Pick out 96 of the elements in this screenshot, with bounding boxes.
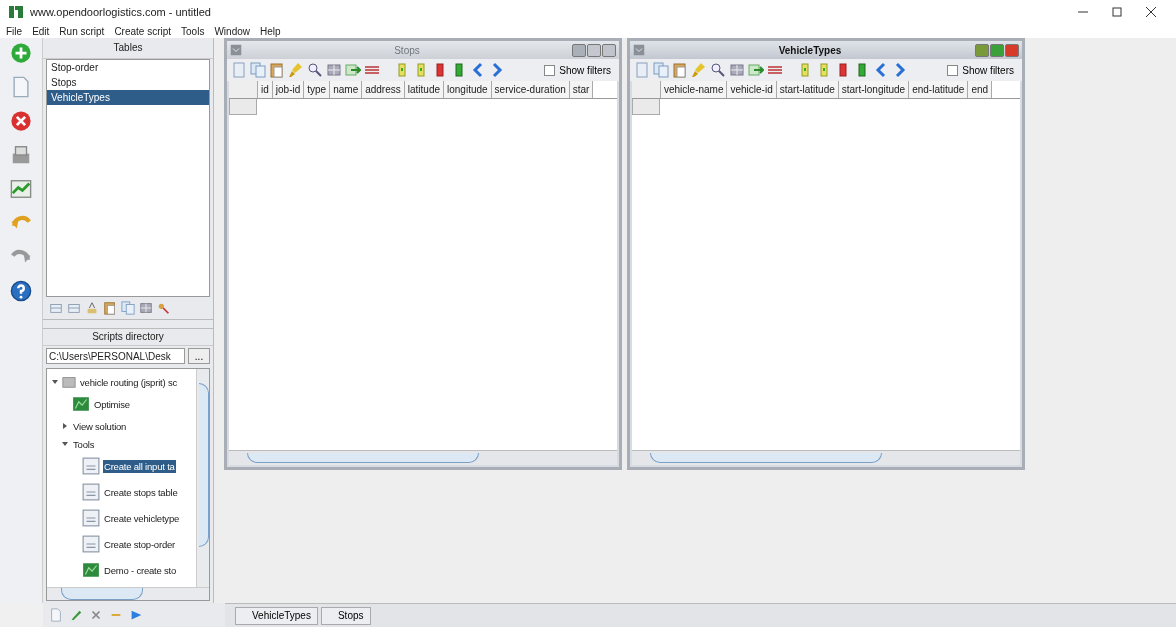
tool-icon[interactable] [82,457,100,475]
copy-icon[interactable] [250,62,266,78]
column-header[interactable]: name [330,81,363,98]
browse-button[interactable]: ... [188,348,210,364]
delete-icon[interactable] [10,110,32,132]
grid-icon[interactable] [326,62,342,78]
column-header[interactable]: service-duration [491,81,570,98]
tree-item[interactable]: Tools [72,437,96,451]
minimize-button[interactable] [572,43,586,57]
column-header[interactable]: star [569,81,594,98]
window-title: VehicleTypes [777,44,843,56]
arrow-icon[interactable] [748,62,764,78]
expand-icon[interactable] [61,422,69,430]
tool-icon[interactable] [82,483,100,501]
add-icon[interactable] [10,42,32,64]
chart-icon[interactable] [10,178,32,200]
script-icon[interactable] [82,561,100,579]
column-header[interactable]: start-latitude [776,81,839,98]
clipboard-icon[interactable] [103,301,117,315]
grid-icon[interactable] [139,301,153,315]
show-filters-checkbox[interactable]: Show filters [544,64,611,76]
menu-item[interactable]: Window [214,25,250,37]
column-header[interactable]: type [304,81,331,98]
menu-icon[interactable] [230,44,242,56]
row-header [632,99,660,115]
window-title: www.opendoorlogistics.com - untitled [30,6,212,18]
panel-title: Scripts directory [43,329,213,346]
menu-item[interactable]: Run script [59,25,105,37]
taskbar-button[interactable]: Stops [320,606,371,625]
tree-item[interactable]: Create stops table [103,485,179,499]
collapse-icon[interactable] [51,378,59,386]
grid-icon[interactable] [729,62,745,78]
splitter-handle[interactable] [43,319,213,329]
list-item[interactable]: Stop-order [47,60,209,75]
tool-icon[interactable] [82,535,100,553]
column-header[interactable]: longitude [444,81,492,98]
column-header[interactable]: start-longitude [838,81,910,98]
vertical-scrollbar[interactable] [196,369,209,587]
tree-item[interactable]: vehicle routing (jsprit) sc [79,375,179,389]
maximize-button[interactable] [1112,7,1122,17]
table-icon[interactable] [49,301,63,315]
window-title: Stops [393,44,421,56]
tree-item[interactable]: View solution [72,419,128,433]
taskbar-button[interactable]: VehicleTypes [235,606,318,625]
menu-item[interactable]: File [6,25,23,37]
close-button[interactable] [1146,7,1156,17]
column-header[interactable]: id [258,81,273,98]
list-item[interactable]: Stops [47,75,209,90]
maximize-button[interactable] [587,43,601,57]
list-item[interactable]: VehicleTypes [47,90,209,105]
table-icon[interactable] [67,301,81,315]
column-header[interactable]: vehicle-id [727,81,777,98]
show-filters-checkbox[interactable]: Show filters [947,64,1014,76]
magnifier-icon[interactable] [307,62,323,78]
copy-icon[interactable] [121,301,135,315]
path-field[interactable]: C:\Users\PERSONAL\Desk [46,348,185,364]
column-header[interactable]: job-id [272,81,305,98]
page-icon[interactable] [49,608,63,622]
tree-item[interactable]: Optimise [93,397,131,411]
cross-icon[interactable] [89,608,103,622]
menu-icon[interactable] [633,44,645,56]
horizontal-scrollbar[interactable] [229,450,617,465]
arrow-icon[interactable] [345,62,361,78]
menu-item[interactable]: Help [260,25,281,37]
horizontal-scrollbar[interactable] [632,450,1020,465]
column-header[interactable]: end [968,81,993,98]
pencil-icon[interactable] [69,608,83,622]
menu-item[interactable]: Edit [32,25,50,37]
page-icon[interactable] [10,76,32,98]
collapse-icon[interactable] [61,440,69,448]
column-header[interactable]: end-latitude [909,81,969,98]
clipboard-icon[interactable] [269,62,285,78]
horizontal-scrollbar[interactable] [47,587,209,600]
tool-icon[interactable] [82,509,100,527]
copy-icon[interactable] [653,62,669,78]
clipboard-icon[interactable] [672,62,688,78]
play-icon[interactable] [129,608,143,622]
tree-item[interactable]: Create vehicletype [103,511,181,525]
menu-item[interactable]: Create script [114,25,172,37]
row-header [229,99,257,115]
help-icon[interactable] [10,280,32,302]
key-icon[interactable] [157,301,171,315]
printer-icon[interactable] [10,144,32,166]
text-icon[interactable] [85,301,99,315]
maximize-button[interactable] [990,43,1004,57]
column-header[interactable]: address [362,81,405,98]
tree-item[interactable]: Create all input ta [103,459,176,473]
tree-item[interactable]: Demo - create sto [103,563,178,577]
tree-item[interactable]: Create stop-order [103,537,177,551]
script-icon[interactable] [72,395,90,413]
column-header[interactable]: vehicle-name [661,81,728,98]
column-header[interactable]: latitude [404,81,444,98]
app-logo-icon [8,4,24,20]
minimize-button[interactable] [975,43,989,57]
menu-item[interactable]: Tools [181,25,205,37]
magnifier-icon[interactable] [710,62,726,78]
